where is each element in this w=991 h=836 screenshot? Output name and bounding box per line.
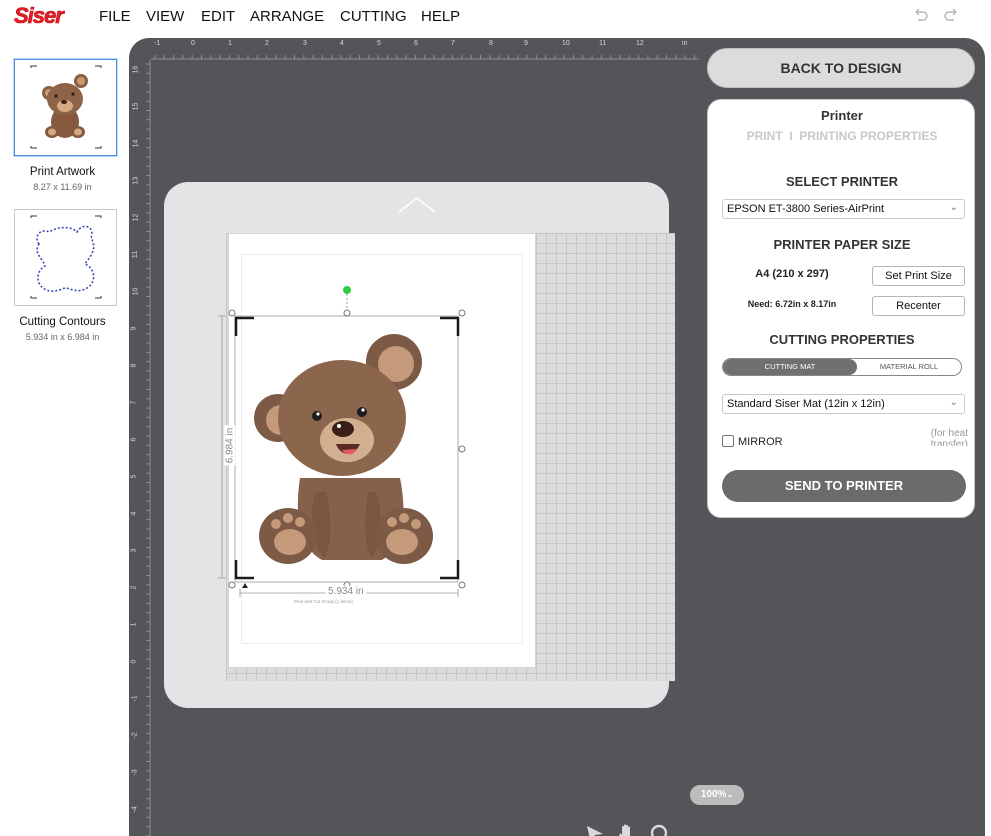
undo-icon[interactable] [912, 6, 930, 24]
zoom-value: 100% [700, 789, 727, 800]
zoom-level-selector[interactable]: 100%⌄ [690, 785, 744, 805]
need-size-text: Need: 6.72in x 8.17in [747, 299, 837, 309]
layer-thumb-cutting-contours[interactable] [14, 209, 117, 306]
pointer-tool-icon[interactable] [584, 823, 606, 836]
mirror-note: (for heat transfer) [930, 428, 968, 446]
printer-panel: Printer PRINT I PRINTING PROPERTIES SELE… [707, 99, 975, 518]
material-roll-option[interactable]: MATERIAL ROLL [857, 359, 961, 375]
chevron-down-icon: ⌄ [949, 202, 958, 213]
send-to-printer-button[interactable]: SEND TO PRINTER [722, 470, 966, 502]
rotate-handle[interactable] [343, 286, 351, 294]
paper-size-value: A4 (210 x 297) [755, 268, 829, 280]
layer-size-cutting-contours: 5.934 in x 6.984 in [25, 332, 100, 342]
printer-select-value: EPSON ET-3800 Series-AirPrint [727, 203, 885, 215]
redo-icon[interactable] [942, 6, 960, 24]
chevron-down-icon: ⌄ [949, 397, 958, 408]
mat-select-value: Standard Siser Mat (12in x 12in) [727, 398, 885, 410]
layer-size-print-artwork: 8.27 x 11.69 in [33, 182, 92, 192]
mirror-checkbox[interactable] [722, 435, 734, 447]
menu-cutting[interactable]: CUTTING [340, 8, 407, 25]
chevron-up-icon[interactable] [397, 194, 437, 214]
mirror-label: MIRROR [738, 436, 783, 448]
select-printer-heading: SELECT PRINTER [786, 174, 898, 189]
recenter-button[interactable]: Recenter [872, 296, 965, 316]
layer-label-cutting-contours: Cutting Contours [19, 316, 106, 328]
paper-size-heading: PRINTER PAPER SIZE [773, 237, 911, 252]
width-dimension-label: 5.934 in [326, 586, 366, 597]
printer-select[interactable]: EPSON ET-3800 Series-AirPrint ⌄ [722, 199, 965, 219]
siser-logo: Siser [14, 3, 64, 29]
panel-subtabs[interactable]: PRINT I PRINTING PROPERTIES [708, 129, 976, 143]
ruler-left-ticks [146, 60, 151, 836]
menu-view[interactable]: VIEW [146, 8, 184, 25]
mat-roll-toggle[interactable]: CUTTING MAT MATERIAL ROLL [722, 358, 962, 376]
cutting-properties-heading: CUTTING PROPERTIES [769, 332, 915, 347]
cutting-mat-option[interactable]: CUTTING MAT [723, 359, 857, 375]
height-dimension-label: 6.984 in [224, 425, 236, 466]
ruler-top-ticks [151, 55, 699, 60]
ruler-left: 16 15 14 13 12 11 10 9 8 7 6 5 4 3 2 1 0… [129, 60, 151, 836]
menu-arrange[interactable]: ARRANGE [250, 8, 324, 25]
layer-thumb-print-artwork[interactable] [14, 59, 117, 156]
panel-title: Printer [821, 108, 863, 123]
cutting-mat-frame: 6.984 in 5.934 in Print and Cut Group (1… [164, 182, 675, 708]
back-to-design-button[interactable]: BACK TO DESIGN [707, 48, 975, 88]
selected-artwork[interactable] [204, 278, 484, 608]
mat-select[interactable]: Standard Siser Mat (12in x 12in) ⌄ [722, 394, 965, 414]
zoom-chevron-icon: ⌄ [726, 790, 734, 799]
menu-file[interactable]: FILE [99, 8, 131, 25]
ruler-top: -1 0 1 2 3 4 5 6 7 8 9 10 11 12 in [129, 38, 699, 60]
menu-help[interactable]: HELP [421, 8, 460, 25]
app-window: Siser FILE VIEW EDIT ARRANGE CUTTING HEL… [0, 0, 991, 836]
bear-illustration [254, 334, 433, 564]
layer-label-print-artwork: Print Artwork [29, 166, 96, 178]
menu-bar: Siser FILE VIEW EDIT ARRANGE CUTTING HEL… [0, 0, 991, 36]
zoom-tool-icon[interactable] [649, 823, 673, 836]
contour-thumbnail-icon [30, 215, 102, 299]
group-label: Print and Cut Group (1 items) [294, 599, 353, 604]
menu-edit[interactable]: EDIT [201, 8, 235, 25]
set-print-size-button[interactable]: Set Print Size [872, 266, 965, 286]
hand-tool-icon[interactable] [616, 823, 638, 836]
bear-thumbnail-icon [30, 65, 102, 149]
